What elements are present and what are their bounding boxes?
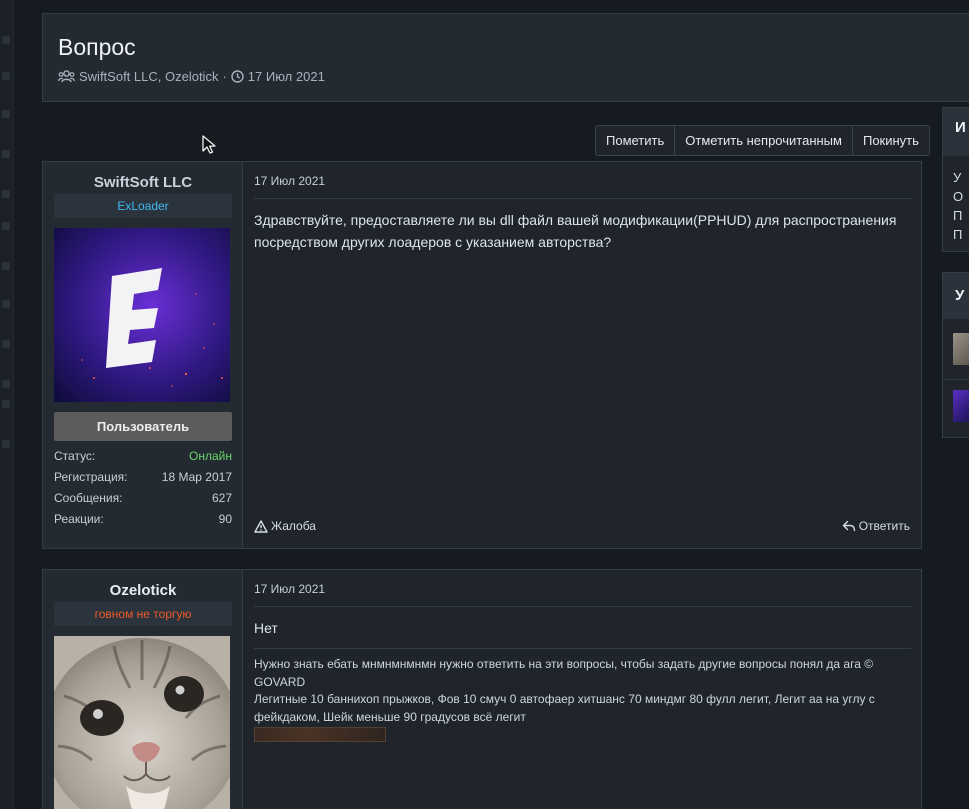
message-post: SwiftSoft LLC ExLoader Пользователь Стат… bbox=[42, 161, 922, 549]
warning-icon bbox=[254, 519, 268, 533]
message-content: 17 Июл 2021 Нет Нужно знать ебать мнмнмн… bbox=[243, 570, 921, 809]
thread-date[interactable]: 17 Июл 2021 bbox=[248, 69, 325, 84]
signature-line: Легитные 10 баннихоп прыжков, Фов 10 сму… bbox=[254, 692, 875, 724]
stat-status: Статус: Онлайн bbox=[54, 448, 232, 469]
avatar[interactable] bbox=[54, 636, 230, 809]
message-text: Нет bbox=[254, 620, 278, 636]
stat-registration: Регистрация: 18 Мар 2017 bbox=[54, 470, 232, 484]
sidebar-block-heading: И bbox=[943, 108, 969, 156]
message-text: Здравствуйте, предоставляете ли вы dll ф… bbox=[254, 212, 897, 250]
thread-meta: SwiftSoft LLC, Ozelotick · 17 Июл 2021 bbox=[58, 69, 325, 84]
sidebar-line: П bbox=[953, 208, 963, 223]
sidebar-block: У bbox=[942, 272, 969, 438]
thread-participants[interactable]: SwiftSoft LLC, Ozelotick bbox=[79, 69, 218, 84]
mouse-cursor-icon bbox=[202, 135, 216, 154]
signature: Нужно знать ебать мнмнмнмнмн нужно ответ… bbox=[254, 656, 901, 742]
meta-separator: · bbox=[222, 69, 227, 84]
sidebar-block: И У О П П bbox=[942, 107, 969, 252]
report-link[interactable]: Жалоба bbox=[254, 519, 316, 533]
mark-unread-button[interactable]: Отметить непрочитанным bbox=[675, 126, 853, 155]
mark-button[interactable]: Пометить bbox=[596, 126, 676, 155]
signature-line: Нужно знать ебать мнмнмнмнмн нужно ответ… bbox=[254, 657, 874, 689]
user-stats: Статус: Онлайн Регистрация: 18 Мар 2017 … bbox=[54, 448, 232, 532]
divider bbox=[254, 606, 911, 607]
message-date[interactable]: 17 Июл 2021 bbox=[254, 174, 325, 188]
stat-messages: Сообщения: 627 bbox=[54, 491, 232, 505]
sidebar-line: У bbox=[953, 170, 962, 185]
reply-icon bbox=[842, 520, 855, 532]
avatar[interactable] bbox=[54, 228, 230, 402]
online-status: Онлайн bbox=[189, 449, 232, 463]
page-title: Вопрос bbox=[58, 34, 136, 60]
divider bbox=[254, 198, 911, 199]
sidebar-line: О bbox=[953, 189, 964, 204]
thread-actions: Пометить Отметить непрочитанным Покинуть bbox=[595, 125, 930, 156]
message-user-panel: Ozelotick говном не торгую bbox=[43, 570, 243, 809]
sidebar-block-heading: У bbox=[943, 273, 969, 319]
signature-image bbox=[254, 727, 386, 742]
reply-button[interactable]: Ответить bbox=[842, 519, 910, 533]
username[interactable]: Ozelotick bbox=[43, 582, 243, 599]
message-footer: Жалоба Ответить bbox=[254, 519, 910, 533]
leave-button[interactable]: Покинуть bbox=[853, 126, 929, 155]
user-role-banner: Пользователь bbox=[54, 412, 232, 441]
message-content: 17 Июл 2021 Здравствуйте, предоставляете… bbox=[243, 162, 921, 548]
clock-icon bbox=[231, 70, 244, 83]
stat-reactions: Реакции: 90 bbox=[54, 512, 232, 526]
participant-avatar[interactable] bbox=[953, 390, 969, 422]
message-post: Ozelotick говном не торгую 17 Июл 2021 Н… bbox=[42, 569, 922, 809]
username[interactable]: SwiftSoft LLC bbox=[43, 174, 243, 191]
message-date[interactable]: 17 Июл 2021 bbox=[254, 582, 325, 596]
participant-avatar[interactable] bbox=[953, 333, 969, 365]
participants-icon bbox=[58, 70, 75, 83]
thread-header: Вопрос SwiftSoft LLC, Ozelotick · 17 Июл… bbox=[42, 13, 969, 102]
user-title: говном не торгую bbox=[54, 602, 232, 626]
user-title: ExLoader bbox=[54, 194, 232, 218]
message-user-panel: SwiftSoft LLC ExLoader Пользователь Стат… bbox=[43, 162, 243, 548]
signature-divider bbox=[254, 648, 911, 649]
background-page-strip bbox=[0, 0, 14, 809]
sidebar-line: П bbox=[953, 227, 963, 242]
